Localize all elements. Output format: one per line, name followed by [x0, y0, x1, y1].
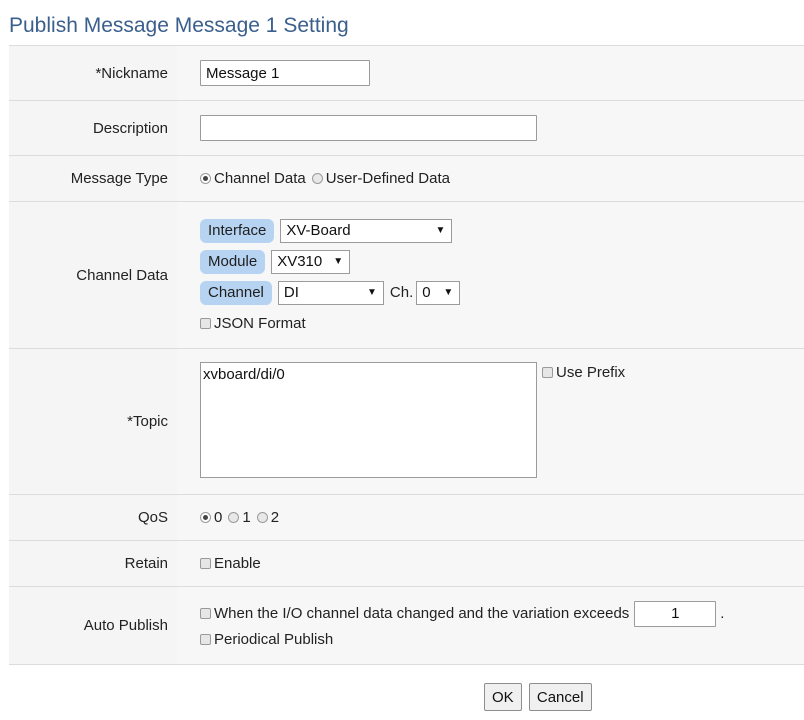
qos-option-0[interactable]: 0 [200, 509, 222, 526]
radio-unselected-icon[interactable] [256, 512, 268, 523]
channel-data-option-label: Channel Data [214, 170, 306, 187]
interface-select[interactable]: XV-Board ▼ [280, 218, 453, 243]
variation-label: When the I/O channel data changed and th… [214, 605, 630, 622]
settings-form: *Nickname Description Message Type Chann… [9, 45, 804, 665]
form-actions: OK Cancel [484, 683, 595, 711]
interface-select-value: XV-Board [286, 222, 351, 239]
module-label: Module [200, 249, 266, 274]
topic-textarea[interactable]: xvboard/di/0 [200, 362, 537, 478]
radio-selected-icon[interactable] [200, 173, 211, 184]
qos-option-2-label: 2 [270, 509, 280, 526]
retain-enable-label: Enable [214, 555, 261, 572]
qos-option-0-label: 0 [214, 509, 223, 526]
channel-data-row: Channel Data Interface XV-Board ▼ Module… [9, 202, 804, 349]
message-type-channel-data-option[interactable]: Channel Data [200, 170, 306, 187]
dropdown-arrow-icon: ▼ [333, 256, 344, 267]
ok-button[interactable]: OK [484, 683, 522, 711]
qos-row: QoS 0 1 2 [9, 495, 804, 541]
variation-input[interactable] [634, 600, 717, 627]
description-label: Description [9, 101, 177, 155]
dropdown-arrow-icon: ▼ [366, 287, 377, 298]
message-type-label: Message Type [9, 156, 177, 201]
auto-publish-label: Auto Publish [9, 587, 177, 664]
checkbox-icon[interactable] [200, 318, 211, 329]
topic-label: *Topic [9, 349, 177, 494]
periodical-publish-label: Periodical Publish [214, 631, 334, 648]
dropdown-arrow-icon: ▼ [443, 287, 454, 298]
qos-label: QoS [9, 495, 177, 540]
nickname-label: *Nickname [9, 46, 177, 100]
ch-select-value: 0 [422, 284, 431, 301]
description-row: Description [9, 101, 804, 156]
qos-option-1[interactable]: 1 [228, 509, 251, 526]
channel-select[interactable]: DI ▼ [277, 280, 384, 305]
retain-enable-checkbox[interactable]: Enable [200, 555, 261, 572]
nickname-input[interactable] [200, 60, 370, 86]
description-input[interactable] [200, 115, 537, 141]
variation-checkbox[interactable]: When the I/O channel data changed and th… [200, 605, 629, 622]
channel-data-label: Channel Data [9, 202, 177, 348]
checkbox-icon[interactable] [200, 608, 211, 619]
qos-option-1-label: 1 [242, 509, 251, 526]
message-type-row: Message Type Channel Data User-Defined D… [9, 156, 804, 202]
radio-unselected-icon[interactable] [311, 173, 323, 184]
dropdown-arrow-icon: ▼ [435, 225, 446, 236]
retain-row: Retain Enable [9, 541, 804, 587]
page-title: Publish Message Message 1 Setting [9, 14, 349, 37]
module-select-value: XV310 [277, 253, 323, 270]
checkbox-icon[interactable] [200, 634, 211, 645]
json-format-checkbox[interactable]: JSON Format [200, 315, 306, 332]
user-defined-option-label: User-Defined Data [325, 170, 450, 187]
ch-select[interactable]: 0 ▼ [416, 280, 461, 305]
qos-option-2[interactable]: 2 [256, 509, 280, 526]
use-prefix-label: Use Prefix [556, 364, 626, 381]
interface-label: Interface [200, 218, 275, 243]
cancel-button[interactable]: Cancel [528, 683, 592, 711]
message-type-user-defined-option[interactable]: User-Defined Data [311, 170, 450, 187]
ch-label: Ch. [389, 284, 414, 301]
auto-publish-row: Auto Publish When the I/O channel data c… [9, 587, 804, 665]
use-prefix-checkbox[interactable]: Use Prefix [542, 364, 625, 381]
periodical-publish-checkbox[interactable]: Periodical Publish [200, 631, 333, 648]
topic-row: *Topic xvboard/di/0 Use Prefix [9, 349, 804, 495]
variation-suffix: . [720, 605, 725, 622]
retain-label: Retain [9, 541, 177, 586]
checkbox-icon[interactable] [542, 367, 553, 378]
radio-selected-icon[interactable] [200, 512, 211, 523]
module-select[interactable]: XV310 ▼ [271, 249, 351, 274]
channel-select-value: DI [283, 284, 299, 301]
checkbox-icon[interactable] [200, 558, 211, 569]
json-format-label: JSON Format [214, 315, 306, 332]
channel-label: Channel [200, 280, 272, 305]
radio-unselected-icon[interactable] [228, 512, 240, 523]
nickname-row: *Nickname [9, 45, 804, 101]
